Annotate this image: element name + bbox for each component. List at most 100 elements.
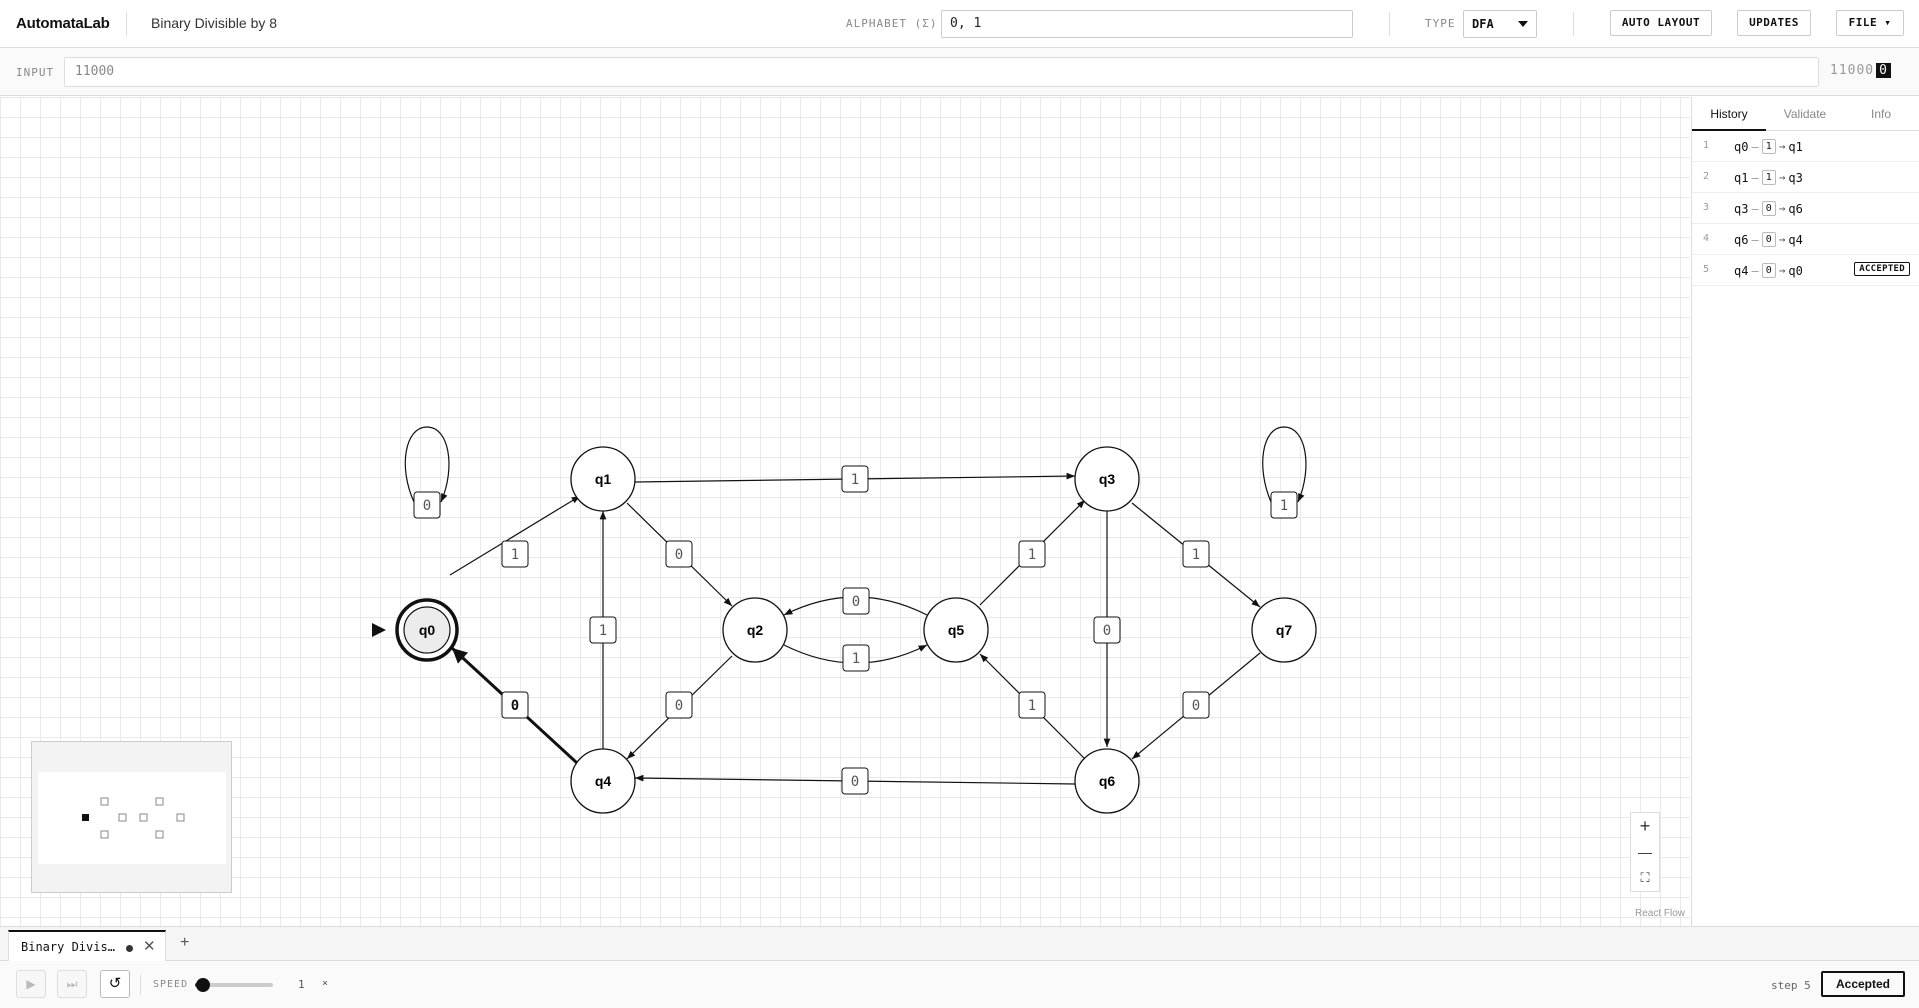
history-step-number: 5 <box>1703 264 1710 275</box>
transition-label-q2-q5[interactable]: 1 <box>842 644 870 672</box>
transition-symbol: 1 <box>1028 547 1036 563</box>
zoom-out-button[interactable]: — <box>1631 839 1659 865</box>
history-transition: q0 — 1 → q1 <box>1734 139 1803 154</box>
reset-icon: ↺ <box>108 975 122 992</box>
transition-label-q3-q6[interactable]: 0 <box>1093 616 1121 644</box>
transition-label-q6-q4[interactable]: 0 <box>841 767 869 795</box>
transition-q7-q7[interactable] <box>1262 426 1307 503</box>
add-tab-button[interactable]: + <box>180 934 189 952</box>
unsaved-indicator-icon <box>126 945 133 952</box>
file-tab-name: Binary Divis… <box>21 940 115 954</box>
state-q0[interactable]: q0 <box>395 598 459 662</box>
zoom-controls: + — ⛶ <box>1630 812 1660 892</box>
close-icon[interactable]: ✕ <box>143 937 156 955</box>
transition-label-q3-q7[interactable]: 1 <box>1182 540 1210 568</box>
play-button[interactable]: ▶ <box>16 970 46 998</box>
state-q6[interactable]: q6 <box>1074 748 1140 814</box>
tab-history[interactable]: History <box>1692 97 1766 131</box>
transition-label-q4-q1[interactable]: 1 <box>589 616 617 644</box>
history-row[interactable]: 1 q0 — 1 → q1 <box>1692 131 1919 162</box>
tape-current-symbol: 0 <box>1876 63 1891 78</box>
transition-symbol: 0 <box>851 774 859 790</box>
automaton-type-select[interactable]: DFA <box>1463 10 1537 38</box>
file-menu-button[interactable]: FILE ▾ <box>1836 10 1904 36</box>
zoom-in-button[interactable]: + <box>1631 813 1659 839</box>
transition-label-q5-q2[interactable]: 0 <box>842 587 870 615</box>
divider <box>1389 12 1390 36</box>
transition-label-q5-q3[interactable]: 1 <box>1018 540 1046 568</box>
history-from-state: q6 <box>1734 232 1749 247</box>
state-q7[interactable]: q7 <box>1251 597 1317 663</box>
dash-icon: — <box>1751 139 1759 154</box>
file-tab[interactable]: Binary Divis… ✕ <box>8 930 166 961</box>
history-step-number: 4 <box>1703 233 1710 244</box>
transition-label-q2-q4[interactable]: 0 <box>665 691 693 719</box>
history-transition: q6 — 0 → q4 <box>1734 232 1803 247</box>
reset-button[interactable]: ↺ <box>100 970 130 998</box>
alphabet-label: ALPHABET (Σ) <box>846 17 938 30</box>
step-forward-button[interactable]: ⏭ <box>57 970 87 998</box>
tab-info[interactable]: Info <box>1844 97 1918 131</box>
auto-layout-button[interactable]: AUTO LAYOUT <box>1610 10 1712 36</box>
start-state-marker <box>372 623 386 637</box>
transition-label-q4-q0[interactable]: 0 <box>501 691 529 719</box>
minimap[interactable] <box>31 741 232 893</box>
updates-button[interactable]: UPDATES <box>1737 10 1811 36</box>
transition-symbol: 1 <box>1028 698 1036 714</box>
state-q2[interactable]: q2 <box>722 597 788 663</box>
automaton-graph[interactable]: 0 1 1 0 1 0 0 0 1 1 1 0 1 1 0 0 q0 q1 q2 q3 q4 q5 q6 q… <box>0 97 1690 926</box>
history-step-number: 1 <box>1703 140 1710 151</box>
history-from-state: q3 <box>1734 201 1749 216</box>
input-bar: INPUT 11000 11000 0 <box>0 48 1919 96</box>
transition-label-q6-q5[interactable]: 1 <box>1018 691 1046 719</box>
history-row[interactable]: 2 q1 — 1 → q3 <box>1692 162 1919 193</box>
divider <box>126 12 127 36</box>
transition-label-q0-q1[interactable]: 1 <box>501 540 529 568</box>
fit-view-button[interactable]: ⛶ <box>1631 865 1659 891</box>
state-q4[interactable]: q4 <box>570 748 636 814</box>
state-q5[interactable]: q5 <box>923 597 989 663</box>
speed-unit: × <box>322 978 329 989</box>
dash-icon: — <box>1751 263 1759 278</box>
state-label: q3 <box>1099 471 1116 487</box>
alphabet-input[interactable]: 0, 1 <box>941 10 1353 38</box>
history-from-state: q0 <box>1734 139 1749 154</box>
transition-symbol: 1 <box>851 472 859 488</box>
transition-label-q1-q2[interactable]: 0 <box>665 540 693 568</box>
state-label: q2 <box>747 622 764 638</box>
speed-slider-handle[interactable] <box>195 978 210 992</box>
transition-symbol: 0 <box>852 594 860 610</box>
transition-q0-q0[interactable] <box>404 426 450 503</box>
app-brand: AutomataLab <box>16 15 110 32</box>
input-string-field[interactable]: 11000 <box>64 57 1819 87</box>
state-q1[interactable]: q1 <box>570 446 636 512</box>
state-label: q0 <box>419 622 436 638</box>
transition-label-q1-q3[interactable]: 1 <box>841 465 869 493</box>
react-flow-attribution[interactable]: React Flow <box>1635 908 1685 919</box>
history-symbol: 1 <box>1761 139 1776 154</box>
history-from-state: q4 <box>1734 263 1749 278</box>
transition-symbol: 1 <box>852 651 860 667</box>
step-counter: step 5 <box>1771 979 1811 992</box>
history-row[interactable]: 5 q4 — 0 → q0 ACCEPTED <box>1692 255 1919 286</box>
history-to-state: q3 <box>1788 170 1803 185</box>
history-row[interactable]: 3 q3 — 0 → q6 <box>1692 193 1919 224</box>
transition-symbol: 1 <box>511 547 519 563</box>
transition-label-q7-q6[interactable]: 0 <box>1182 691 1210 719</box>
document-title[interactable]: Binary Divisible by 8 <box>151 15 277 31</box>
input-label: INPUT <box>16 66 55 79</box>
transition-label-q7-q7[interactable]: 1 <box>1270 491 1298 519</box>
speed-value: 1 <box>298 978 305 991</box>
input-tape: 11000 0 <box>1830 63 1891 78</box>
history-row[interactable]: 4 q6 — 0 → q4 <box>1692 224 1919 255</box>
minimap-nodes <box>82 797 185 839</box>
transition-symbol: 0 <box>675 547 683 563</box>
state-label: q7 <box>1276 622 1293 638</box>
transition-label-q0-q0[interactable]: 0 <box>413 491 441 519</box>
state-q3[interactable]: q3 <box>1074 446 1140 512</box>
graph-canvas[interactable]: 0 1 1 0 1 0 0 0 1 1 1 0 1 1 0 0 q0 q1 q2 q3 q4 q5 q6 q7… <box>0 97 1690 926</box>
transition-symbol: 0 <box>1103 623 1111 639</box>
tab-validate[interactable]: Validate <box>1768 97 1842 131</box>
state-label: q1 <box>595 471 612 487</box>
speed-slider[interactable] <box>195 978 273 992</box>
